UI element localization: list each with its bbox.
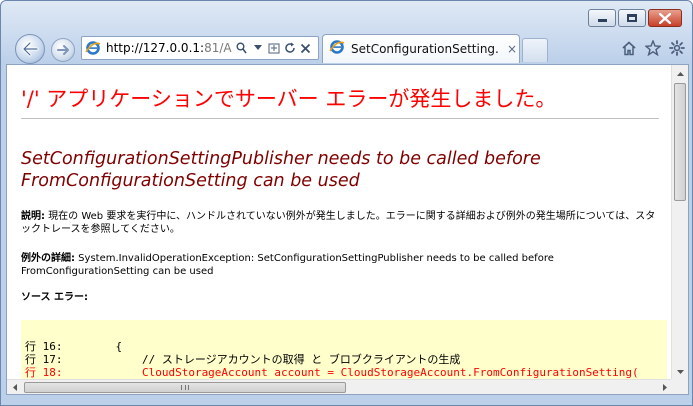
horizontal-scrollbar[interactable]	[7, 379, 673, 394]
address-url[interactable]: http://127.0.0.1:81/A	[106, 41, 233, 55]
chevron-up-icon	[677, 71, 684, 76]
scrollbar-corner	[671, 379, 688, 394]
error-title: SetConfigurationSettingPublisher needs t…	[21, 149, 541, 191]
tab-active[interactable]: SetConfigurationSetting... ×	[322, 34, 520, 63]
exception-details-paragraph: 例外の詳細: System.InvalidOperationException:…	[21, 252, 661, 278]
favorites-star-icon[interactable]	[644, 39, 662, 57]
tab-close-button[interactable]: ×	[507, 42, 517, 56]
exception-text: System.InvalidOperationException: SetCon…	[21, 253, 554, 277]
description-text: 現在の Web 要求を実行中に、ハンドルされていない例外が発生しました。エラーに…	[21, 211, 656, 235]
address-path: 81/A	[204, 41, 232, 55]
stop-icon[interactable]	[299, 40, 312, 56]
horizontal-scroll-thumb[interactable]	[24, 382, 346, 393]
search-icon[interactable]	[235, 40, 248, 56]
page-viewport[interactable]: '/' アプリケーションでサーバー エラーが発生しました。 SetConfigu…	[6, 64, 689, 395]
close-icon	[659, 12, 671, 24]
divider	[21, 118, 659, 119]
maximize-button[interactable]	[618, 9, 646, 27]
new-tab-button[interactable]	[522, 38, 548, 62]
minimize-icon	[597, 19, 607, 22]
scroll-grip-icon	[181, 385, 189, 390]
exception-label: 例外の詳細:	[21, 253, 75, 264]
scroll-down-button[interactable]	[672, 363, 688, 380]
address-host: http://127.0.0.1:	[106, 41, 205, 55]
ie-logo-icon	[329, 39, 345, 59]
chevron-left-icon	[13, 384, 17, 391]
page-content: '/' アプリケーションでサーバー エラーが発生しました。 SetConfigu…	[7, 65, 667, 380]
window-controls	[588, 9, 682, 27]
dropdown-icon[interactable]	[251, 40, 264, 56]
scroll-up-button[interactable]	[672, 65, 688, 82]
source-error-label: ソース エラー:	[21, 292, 88, 303]
forward-button[interactable]	[51, 38, 75, 62]
chevron-right-icon	[663, 384, 667, 391]
maximize-icon	[627, 14, 637, 22]
navigation-bar: http://127.0.0.1:81/A SetConfigurationSe…	[1, 31, 693, 65]
vertical-scroll-thumb[interactable]	[674, 83, 686, 201]
source-code-block: 行 16: {行 17: // ストレージアカウントの取得 と ブロブクライアン…	[21, 320, 667, 380]
compatibility-icon[interactable]	[267, 40, 280, 56]
refresh-icon[interactable]	[283, 40, 296, 56]
command-icons	[620, 39, 686, 57]
home-icon[interactable]	[620, 39, 638, 57]
scroll-left-button[interactable]	[7, 380, 23, 394]
forward-arrow-icon	[57, 45, 69, 55]
vertical-scrollbar[interactable]	[671, 65, 688, 380]
server-error-heading: '/' アプリケーションでサーバー エラーが発生しました。	[21, 87, 557, 111]
back-button[interactable]	[15, 34, 45, 64]
tab-title: SetConfigurationSetting...	[351, 42, 499, 56]
description-paragraph: 説明: 現在の Web 要求を実行中に、ハンドルされていない例外が発生しました。…	[21, 210, 661, 236]
back-arrow-icon	[22, 41, 39, 57]
close-window-button[interactable]	[648, 9, 682, 27]
minimize-button[interactable]	[588, 9, 616, 27]
ie-logo-icon	[84, 39, 102, 57]
code-line: 行 16: {	[25, 340, 123, 353]
chevron-down-icon	[677, 369, 684, 374]
browser-window: http://127.0.0.1:81/A SetConfigurationSe…	[0, 0, 693, 406]
address-bar[interactable]: http://127.0.0.1:81/A	[81, 36, 319, 60]
code-line-error: 行 18: CloudStorageAccount account = Clou…	[25, 366, 639, 379]
code-line: 行 17: // ストレージアカウントの取得 と ブロブクライアントの生成	[25, 353, 461, 366]
address-tools	[235, 40, 312, 56]
tools-gear-icon[interactable]	[668, 39, 686, 57]
description-label: 説明:	[21, 211, 45, 222]
